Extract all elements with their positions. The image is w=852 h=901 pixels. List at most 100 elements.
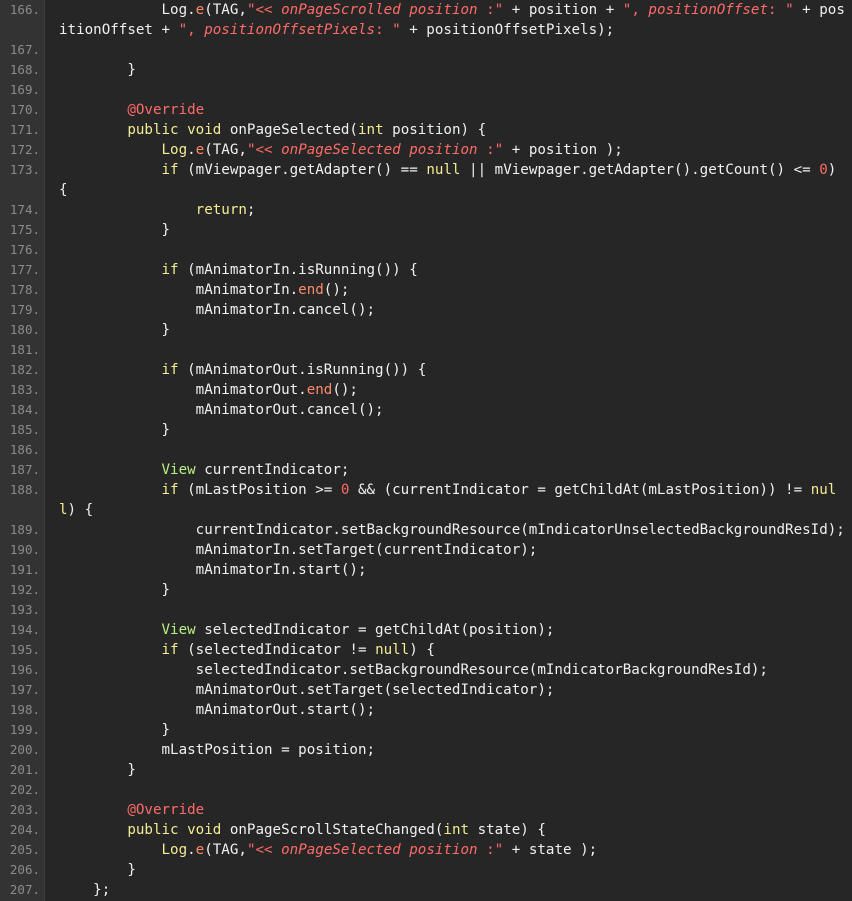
code-token: ; (246, 202, 256, 218)
code-token: } (59, 62, 136, 78)
code-line[interactable]: View selectedIndicator = getChildAt(posi… (59, 620, 555, 640)
code-token: if (161, 482, 179, 498)
code-token: "<< (246, 142, 282, 158)
code-token: + position + (503, 2, 623, 18)
line-number: 194. (9, 622, 40, 637)
code-line[interactable]: if (mLastPosition >= 0 && (currentIndica… (59, 480, 837, 500)
code-token: + positionOffsetPixels); (400, 22, 615, 38)
code-token: @Override (127, 102, 205, 118)
code-line[interactable]: } (59, 220, 170, 240)
code-token: null (426, 162, 461, 178)
code-line[interactable]: } (59, 860, 136, 880)
code-token: (TAG, (204, 142, 247, 158)
code-area[interactable]: Log.e(TAG,"<< onPageScrolled position :"… (45, 0, 852, 901)
code-token: ) { (409, 642, 435, 658)
code-token: : " (375, 22, 401, 38)
code-line[interactable]: mAnimatorIn.cancel(); (59, 300, 375, 320)
code-line[interactable]: public void onPageScrollStateChanged(int… (59, 820, 546, 840)
code-line[interactable]: Log.e(TAG,"<< onPageSelected position :"… (59, 840, 598, 860)
code-line[interactable]: mAnimatorOut.end(); (59, 380, 358, 400)
code-token: mAnimatorOut. (59, 382, 307, 398)
line-number: 203. (9, 802, 40, 817)
code-line[interactable]: @Override (59, 100, 204, 120)
code-token: :" (477, 142, 504, 158)
line-number-gutter: 166. 167. 168. 169. 170. 171. 172. 173. 174. 175.… (0, 0, 45, 901)
code-line[interactable]: currentIndicator.setBackgroundResource(m… (59, 520, 845, 540)
code-line[interactable]: selectedIndicator.setBackgroundResource(… (59, 660, 768, 680)
code-token: end (298, 282, 324, 298)
code-line[interactable]: mAnimatorIn.end(); (59, 280, 350, 300)
code-editor[interactable]: 166. 167. 168. 169. 170. 171. 172. 173. 174. 175.… (0, 0, 852, 901)
code-line[interactable]: mAnimatorIn.start(); (59, 560, 367, 580)
line-number: 177. (9, 262, 40, 277)
code-token: { (59, 182, 68, 198)
code-token: ", (622, 2, 649, 18)
code-token: onPageSelected position (281, 142, 478, 158)
code-line[interactable]: Log.e(TAG,"<< onPageSelected position :"… (59, 140, 623, 160)
code-token: Log (161, 842, 188, 858)
code-line[interactable]: mLastPosition = position; (59, 740, 375, 760)
code-line[interactable]: } (59, 60, 136, 80)
code-line[interactable]: itionOffset + ", positionOffsetPixels: "… (59, 20, 614, 40)
code-token: } (59, 222, 171, 238)
code-token: itionOffset + (59, 22, 179, 38)
code-line[interactable]: } (59, 420, 170, 440)
line-number: 192. (9, 582, 40, 597)
line-number: 169. (9, 82, 40, 97)
code-token: mAnimatorOut.start(); (59, 702, 376, 718)
code-line[interactable]: } (59, 760, 136, 780)
code-line[interactable]: public void onPageSelected(int position)… (59, 120, 486, 140)
code-token: "<< (246, 2, 282, 18)
code-line[interactable]: mAnimatorOut.cancel(); (59, 400, 384, 420)
code-line[interactable]: mAnimatorOut.setTarget(selectedIndicator… (59, 680, 555, 700)
line-number: 188. (9, 482, 40, 497)
code-line[interactable]: Log.e(TAG,"<< onPageScrolled position :"… (59, 0, 845, 20)
code-token: + state ); (503, 842, 598, 858)
code-token: onPageSelected position (281, 842, 478, 858)
code-token: e (195, 2, 205, 18)
code-token: if (161, 262, 179, 278)
code-line[interactable]: mAnimatorOut.start(); (59, 700, 375, 720)
line-number: 184. (9, 402, 40, 417)
code-line[interactable]: if (mAnimatorOut.isRunning()) { (59, 360, 427, 380)
line-number: 202. (9, 782, 40, 797)
code-token: positionOffset (648, 2, 769, 18)
code-token: selectedIndicator.setBackgroundResource(… (59, 662, 768, 678)
code-line[interactable]: View currentIndicator; (59, 460, 350, 480)
code-token: nul (810, 482, 837, 498)
code-token: :" (477, 842, 504, 858)
code-token: && (currentIndicator = getChildAt(mLastP… (349, 482, 811, 498)
code-line[interactable]: { (59, 180, 68, 200)
line-number: 174. (9, 202, 40, 217)
code-line[interactable]: return; (59, 200, 256, 220)
code-token: mAnimatorIn.cancel(); (59, 302, 376, 318)
code-line[interactable]: l) { (59, 500, 93, 520)
code-token: l (59, 502, 68, 518)
code-line[interactable]: @Override (59, 800, 204, 820)
code-line[interactable]: } (59, 720, 170, 740)
code-line[interactable]: if (mAnimatorIn.isRunning()) { (59, 260, 418, 280)
code-line[interactable]: mAnimatorIn.setTarget(currentIndicator); (59, 540, 538, 560)
code-line[interactable]: }; (59, 880, 110, 900)
code-token: } (59, 762, 136, 778)
code-token: (selectedIndicator != (178, 642, 376, 658)
code-token: void (187, 822, 222, 838)
code-token: (mAnimatorIn.isRunning()) { (178, 262, 418, 278)
line-number: 166. (9, 2, 40, 17)
code-line[interactable]: if (mViewpager.getAdapter() == null || m… (59, 160, 837, 180)
code-token: (TAG, (204, 2, 247, 18)
code-token: (); (332, 382, 358, 398)
code-token: if (161, 362, 179, 378)
code-line[interactable]: if (selectedIndicator != null) { (59, 640, 435, 660)
code-token: if (161, 162, 179, 178)
code-line[interactable]: } (59, 320, 170, 340)
code-token: return (195, 202, 247, 218)
line-number: 189. (9, 522, 40, 537)
line-number: 167. (9, 42, 40, 57)
line-number: 199. (9, 722, 40, 737)
code-line[interactable]: } (59, 580, 170, 600)
